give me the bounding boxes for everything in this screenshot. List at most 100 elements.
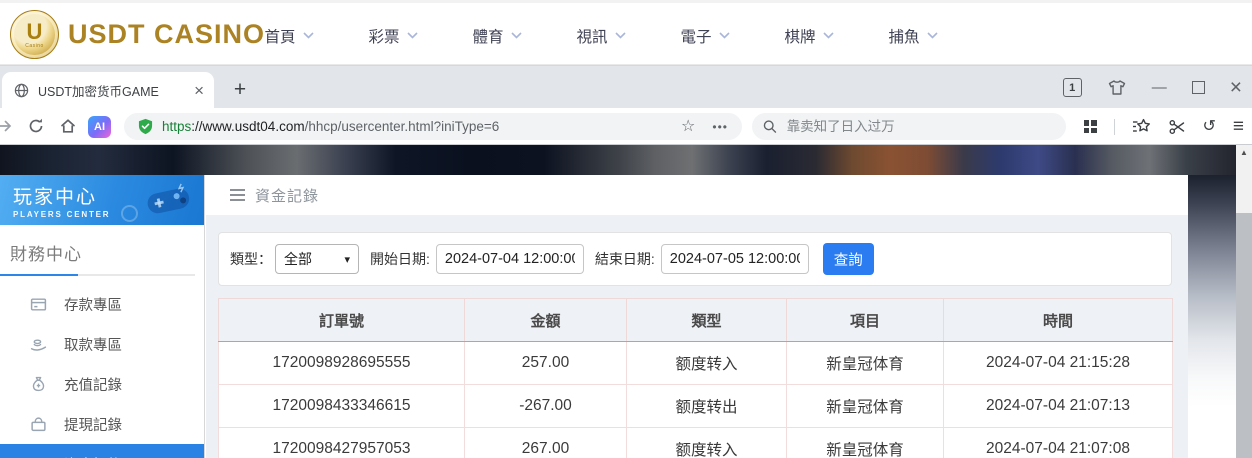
sidebar-item-deposit[interactable]: 存款專區 xyxy=(0,284,204,324)
money-bag-icon xyxy=(32,376,45,391)
time-cell: 2024-07-04 21:07:13 xyxy=(943,384,1173,428)
page-banner-background xyxy=(0,145,1236,175)
apps-grid-icon[interactable] xyxy=(1083,120,1097,133)
scrollbar-thumb[interactable] xyxy=(1236,213,1252,458)
nav-label: 視訊 xyxy=(576,28,608,46)
maximize-button[interactable] xyxy=(1191,81,1205,94)
finance-center-label: 財務中心 xyxy=(10,245,82,264)
main-nav: 首頁 彩票 體育 視訊 電子 棋牌 捕魚 xyxy=(237,3,965,68)
nav-label: 棋牌 xyxy=(784,28,816,46)
table-header-row: 訂單號 金額 類型 項目 時間 xyxy=(218,298,1173,342)
hamburger-icon[interactable] xyxy=(230,189,245,201)
column-header-time: 時間 xyxy=(943,298,1173,342)
home-icon[interactable] xyxy=(59,117,77,135)
url-host: ://www.usdt04.com xyxy=(191,119,305,134)
time-cell: 2024-07-04 21:07:08 xyxy=(943,427,1173,458)
chevron-down-icon xyxy=(718,32,730,39)
address-bar[interactable]: https://www.usdt04.com/hhcp/usercenter.h… xyxy=(124,113,742,140)
type-select-value: 全部 xyxy=(284,251,312,267)
section-underline xyxy=(0,274,195,276)
nav-item-sports[interactable]: 體育 xyxy=(445,3,549,68)
tab-title: USDT加密货币GAME xyxy=(38,84,159,99)
type-cell: 额度转出 xyxy=(626,384,787,428)
bookmark-star-icon[interactable]: ☆ xyxy=(681,118,695,135)
nav-item-electronic[interactable]: 電子 xyxy=(653,3,757,68)
nav-label: 彩票 xyxy=(368,28,400,46)
tab-count-badge[interactable]: 1 xyxy=(1062,78,1082,97)
select-caret-icon: ▾ xyxy=(344,253,350,266)
sidebar-menu: 存款專區 取款專區 充值記錄 提現記錄 資金記錄 › xyxy=(0,284,204,458)
wallet-icon xyxy=(31,417,46,431)
window-controls: 1 — × xyxy=(1062,66,1242,109)
tab-close-icon[interactable]: × xyxy=(194,82,204,99)
end-date-input[interactable] xyxy=(660,244,809,274)
order-no-cell: 1720098427957053 xyxy=(218,427,465,458)
favorites-star-icon[interactable] xyxy=(1132,118,1151,135)
sidebar: 玩家中心 PLAYERS CENTER 財務中心 存款專區 取款專區 充值記錄 xyxy=(0,175,205,458)
column-header-order-no: 訂單號 xyxy=(218,298,465,342)
query-button[interactable]: 查詢 xyxy=(822,243,874,275)
refresh-icon[interactable] xyxy=(27,117,45,135)
browser-tab[interactable]: USDT加密货币GAME × xyxy=(2,72,214,108)
scissors-screenshot-icon[interactable] xyxy=(1168,118,1186,136)
column-header-amount: 金額 xyxy=(464,298,627,342)
table-row: 1720098928695555 257.00 额度转入 新皇冠体育 2024-… xyxy=(218,341,1173,385)
sidebar-item-funds-record[interactable]: 資金記錄 › xyxy=(0,444,204,458)
chevron-down-icon xyxy=(614,32,626,39)
browser-tab-bar: USDT加密货币GAME × + 1 — × xyxy=(0,65,1252,108)
new-tab-button[interactable]: + xyxy=(226,76,254,104)
forward-arrow-icon[interactable] xyxy=(0,118,13,134)
site-logo[interactable]: U Casino USDT CASINO xyxy=(10,10,265,59)
more-actions-icon[interactable]: ••• xyxy=(712,120,728,134)
shield-secure-icon[interactable] xyxy=(138,118,153,135)
sidebar-item-withdrawal-record[interactable]: 提現記錄 xyxy=(0,404,204,444)
toolbar-divider xyxy=(1113,118,1115,135)
coin-letter: U xyxy=(26,18,43,44)
undo-restore-icon[interactable]: ↺ xyxy=(1203,118,1216,135)
scroll-up-arrow[interactable]: ▲ xyxy=(1236,145,1252,161)
window-close-button[interactable]: × xyxy=(1230,77,1242,98)
nav-item-video[interactable]: 視訊 xyxy=(549,3,653,68)
sidebar-item-label: 提現記錄 xyxy=(64,417,122,434)
order-no-cell: 1720098928695555 xyxy=(218,341,465,385)
start-date-label: 開始日期: xyxy=(370,251,430,267)
nav-item-home[interactable]: 首頁 xyxy=(237,3,341,68)
sidebar-item-label: 存款專區 xyxy=(64,297,122,314)
table-row: 1720098433346615 -267.00 额度转出 新皇冠体育 2024… xyxy=(218,384,1173,428)
type-cell: 额度转入 xyxy=(626,427,787,458)
nav-item-lottery[interactable]: 彩票 xyxy=(341,3,445,68)
start-date-input[interactable] xyxy=(435,244,584,274)
nav-label: 電子 xyxy=(680,28,712,46)
withdraw-hand-icon xyxy=(30,338,47,351)
sidebar-item-recharge-record[interactable]: 充值記錄 xyxy=(0,364,204,404)
sidebar-item-label: 資金記錄 xyxy=(64,454,122,458)
type-select[interactable]: 全部 ▾ xyxy=(275,244,359,274)
nav-label: 捕魚 xyxy=(888,28,920,46)
site-logo-text: USDT CASINO xyxy=(68,19,266,49)
menu-icon[interactable]: ≡ xyxy=(1233,117,1244,136)
globe-icon xyxy=(14,83,29,97)
page-scrollbar[interactable]: ▲ xyxy=(1236,145,1252,458)
amount-cell: 257.00 xyxy=(464,341,627,385)
coin-subtext: Casino xyxy=(25,42,44,49)
tshirt-skin-icon[interactable] xyxy=(1107,79,1127,97)
ai-assistant-icon[interactable]: AI xyxy=(88,116,111,138)
browser-toolbar: AI https://www.usdt04.com/hhcp/usercente… xyxy=(0,108,1252,145)
players-center-header: 玩家中心 PLAYERS CENTER xyxy=(0,175,204,225)
amount-cell: 267.00 xyxy=(464,427,627,458)
url-scheme: https xyxy=(162,119,192,134)
chevron-down-icon xyxy=(406,32,418,39)
funds-record-table: 訂單號 金額 類型 項目 時間 1720098928695555 257.00 … xyxy=(218,298,1173,458)
nav-item-fishing[interactable]: 捕魚 xyxy=(861,3,965,68)
search-icon xyxy=(763,120,777,133)
main-header: 資金記錄 xyxy=(206,175,1188,215)
search-input[interactable] xyxy=(784,118,1055,135)
sidebar-item-withdraw[interactable]: 取款專區 xyxy=(0,324,204,364)
browser-search-box[interactable] xyxy=(752,113,1066,140)
chevron-down-icon xyxy=(822,32,834,39)
minimize-button[interactable]: — xyxy=(1152,80,1167,95)
toolbar-right-icons: ↺ ≡ xyxy=(1083,108,1244,145)
nav-label: 體育 xyxy=(472,28,504,46)
end-date-label: 結束日期: xyxy=(594,251,655,267)
nav-item-chess[interactable]: 棋牌 xyxy=(757,3,861,68)
